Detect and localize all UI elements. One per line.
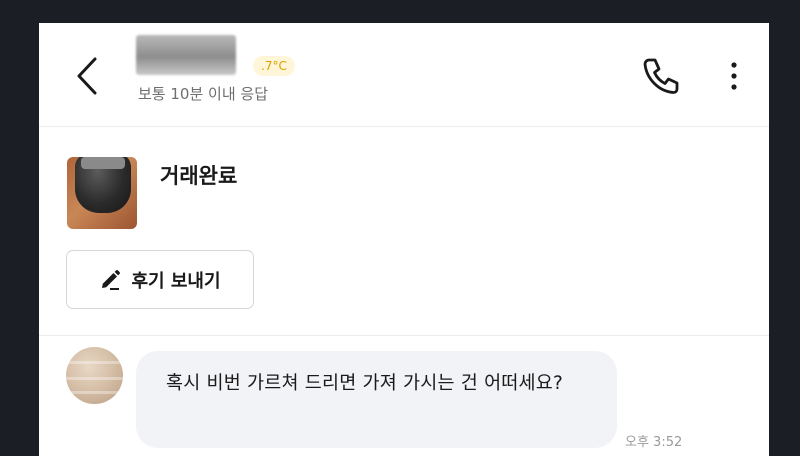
transaction-status: 거래완료 [160,164,238,188]
avatar-texture [66,361,123,364]
call-button[interactable] [640,55,682,97]
pencil-icon [102,269,121,290]
back-button[interactable] [71,53,107,99]
sender-avatar[interactable] [66,347,123,404]
chat-header: .7°C 보통 10분 이내 응답 [39,23,769,127]
avatar-texture [66,391,123,394]
more-vertical-icon [731,62,737,90]
message-timestamp: 오후 3:52 [625,435,683,450]
chat-screen: .7°C 보통 10분 이내 응답 거래완료 후기 보내기 혹시 비번 가르쳐 … [39,23,769,456]
avatar-texture [66,377,123,380]
chevron-left-icon [77,57,97,95]
response-time-label: 보통 10분 이내 응답 [138,85,268,103]
manner-temperature-badge: .7°C [253,56,295,76]
send-review-button[interactable]: 후기 보내기 [66,250,254,309]
product-section: 거래완료 후기 보내기 [39,127,769,336]
send-review-label: 후기 보내기 [131,270,221,292]
more-options-button[interactable] [722,59,746,95]
product-photo-device-lid [81,157,125,169]
message-bubble[interactable]: 혹시 비번 가르쳐 드리면 가져 가시는 건 어떠세요? [136,351,617,448]
product-thumbnail[interactable] [67,157,137,229]
phone-icon [643,58,679,94]
redacted-username [136,35,236,75]
